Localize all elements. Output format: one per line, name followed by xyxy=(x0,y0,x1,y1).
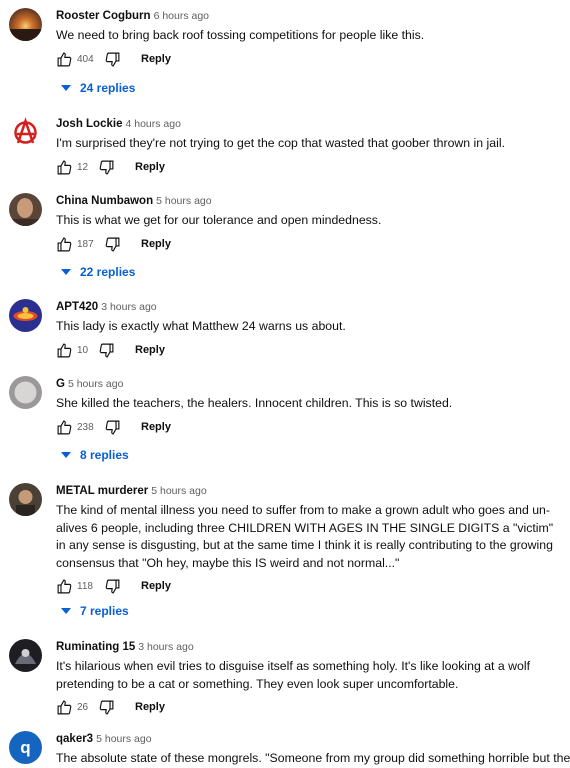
chevron-down-icon xyxy=(61,81,71,95)
comment-author[interactable]: China Numbawon xyxy=(56,195,153,207)
like-icon[interactable] xyxy=(56,699,73,716)
comment-time[interactable]: 5 hours ago xyxy=(68,378,123,390)
view-replies-button[interactable]: 7 replies xyxy=(61,604,129,618)
reply-button[interactable]: Reply xyxy=(141,421,171,433)
reply-button[interactable]: Reply xyxy=(141,53,171,65)
comment-author[interactable]: METAL murderer xyxy=(56,485,148,497)
comment-author[interactable]: Rooster Cogburn xyxy=(56,10,151,22)
comment-text: The absolute state of these mongrels. "S… xyxy=(56,751,570,765)
dislike-icon[interactable] xyxy=(104,236,121,253)
dislike-icon[interactable] xyxy=(104,578,121,595)
comment-author[interactable]: Josh Lockie xyxy=(56,118,122,130)
comment-time[interactable]: 4 hours ago xyxy=(125,118,180,130)
reply-button[interactable]: Reply xyxy=(135,701,165,713)
like-icon[interactable] xyxy=(56,419,73,436)
comment-text: We need to bring back roof tossing compe… xyxy=(56,28,425,42)
comment-time[interactable]: 3 hours ago xyxy=(138,641,193,653)
like-count: 404 xyxy=(77,53,94,65)
avatar[interactable] xyxy=(9,193,42,226)
chevron-down-icon xyxy=(61,448,71,462)
avatar[interactable]: q xyxy=(9,731,42,764)
comment-author[interactable]: APT420 xyxy=(56,301,98,313)
avatar[interactable] xyxy=(9,639,42,672)
replies-count: 7 replies xyxy=(80,604,129,618)
view-replies-button[interactable]: 8 replies xyxy=(61,448,129,462)
comment-text: This is what we get for our tolerance an… xyxy=(56,213,382,227)
comment-text: I'm surprised they're not trying to get … xyxy=(56,136,505,150)
comment-time[interactable]: 5 hours ago xyxy=(151,485,206,497)
like-count: 26 xyxy=(77,702,89,713)
reply-button[interactable]: Reply xyxy=(135,344,165,356)
like-count: 118 xyxy=(77,581,93,592)
avatar[interactable] xyxy=(9,8,42,41)
comment-time[interactable]: 5 hours ago xyxy=(96,733,151,745)
like-count: 10 xyxy=(77,344,89,356)
dislike-icon[interactable] xyxy=(104,419,121,436)
comment-author[interactable]: qaker3 xyxy=(56,733,93,745)
like-icon[interactable] xyxy=(56,236,73,253)
replies-count: 22 replies xyxy=(80,265,136,279)
view-replies-button[interactable]: 22 replies xyxy=(61,265,135,279)
view-replies-button[interactable]: 24 replies xyxy=(61,81,135,95)
reply-button[interactable]: Reply xyxy=(141,238,171,250)
dislike-icon[interactable] xyxy=(98,699,115,716)
like-count: 238 xyxy=(77,421,94,433)
replies-count: 24 replies xyxy=(80,81,136,95)
like-icon[interactable] xyxy=(56,51,73,68)
like-count: 187 xyxy=(77,238,94,250)
dislike-icon[interactable] xyxy=(104,51,121,68)
avatar[interactable] xyxy=(9,116,42,149)
comment-time[interactable]: 6 hours ago xyxy=(154,10,209,22)
chevron-down-icon xyxy=(61,604,71,618)
comment-text: It's hilarious when evil tries to disgui… xyxy=(56,659,531,691)
comment-text: This lady is exactly what Matthew 24 war… xyxy=(56,319,346,333)
like-icon[interactable] xyxy=(56,159,73,176)
comment-text: She killed the teachers, the healers. In… xyxy=(56,396,453,410)
dislike-icon[interactable] xyxy=(98,159,115,176)
avatar[interactable] xyxy=(9,376,42,409)
avatar[interactable] xyxy=(9,483,42,516)
avatar-letter: q xyxy=(20,738,31,757)
reply-button[interactable]: Reply xyxy=(141,580,171,592)
like-icon[interactable] xyxy=(56,578,73,595)
dislike-icon[interactable] xyxy=(98,342,115,359)
comment-text: The kind of mental illness you need to s… xyxy=(56,503,554,570)
comment-time[interactable]: 3 hours ago xyxy=(101,301,156,313)
comment-time[interactable]: 5 hours ago xyxy=(156,195,211,207)
reply-button[interactable]: Reply xyxy=(135,161,165,173)
comment-author[interactable]: Ruminating 15 xyxy=(56,641,135,653)
like-count: 12 xyxy=(77,161,89,173)
chevron-down-icon xyxy=(61,265,71,279)
replies-count: 8 replies xyxy=(80,448,129,462)
comment-author[interactable]: G xyxy=(56,378,65,390)
like-icon[interactable] xyxy=(56,342,73,359)
avatar[interactable] xyxy=(9,299,42,332)
